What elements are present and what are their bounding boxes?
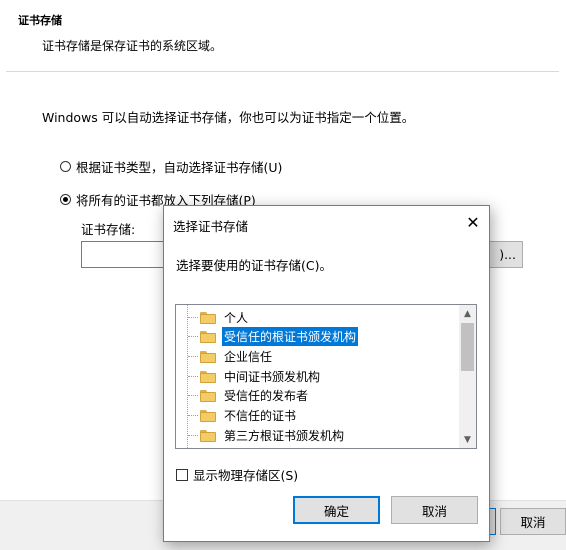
- folder-icon: [200, 330, 216, 343]
- radio-checked-icon[interactable]: [60, 194, 71, 205]
- dialog-title: 选择证书存储: [173, 219, 249, 234]
- folder-icon: [200, 389, 216, 402]
- tree-item-label: 企业信任: [224, 350, 273, 364]
- tree-item-trusted-publishers[interactable]: 受信任的发布者: [176, 386, 310, 405]
- scroll-down-icon[interactable]: ▼: [459, 431, 476, 448]
- tree-item-third-party-root[interactable]: 第三方根证书颁发机构: [176, 426, 346, 445]
- radio-circle-icon[interactable]: [60, 161, 71, 172]
- vertical-scrollbar[interactable]: ▲ ▼: [459, 305, 476, 448]
- scroll-thumb[interactable]: [461, 323, 474, 371]
- tree-item-intermediate[interactable]: 中间证书颁发机构: [176, 367, 322, 386]
- folder-icon: [200, 370, 216, 383]
- select-store-dialog: 选择证书存储 ✕ 选择要使用的证书存储(C)。 个人 受信任的根证书颁发机构 企…: [163, 205, 490, 542]
- tree-item-untrusted[interactable]: 不信任的证书: [176, 406, 298, 425]
- tree-item-label: 第三方根证书颁发机构: [224, 429, 345, 443]
- store-tree[interactable]: 个人 受信任的根证书颁发机构 企业信任 中间证书颁发机构 受信任的发布者 不信任…: [175, 304, 477, 449]
- folder-icon: [200, 409, 216, 422]
- tree-item-trusted-root[interactable]: 受信任的根证书颁发机构: [176, 327, 359, 346]
- dialog-prompt: 选择要使用的证书存储(C)。: [176, 258, 332, 273]
- store-label: 证书存储:: [81, 222, 136, 237]
- wizard-divider: [6, 71, 559, 72]
- folder-icon: [200, 429, 216, 442]
- dialog-cancel-button[interactable]: 取消: [391, 496, 478, 524]
- ok-button[interactable]: 确定: [293, 496, 380, 524]
- wizard-heading: 证书存储: [18, 14, 62, 27]
- tree-item-label: 个人: [224, 311, 249, 325]
- radio-auto-select[interactable]: 根据证书类型，自动选择证书存储(U): [60, 157, 282, 176]
- store-field[interactable]: [81, 241, 171, 268]
- tree-item-label: 中间证书颁发机构: [224, 370, 321, 384]
- tree-item-enterprise-trust[interactable]: 企业信任: [176, 347, 274, 366]
- show-physical-checkbox[interactable]: 显示物理存储区(S): [176, 465, 298, 484]
- wizard-cancel-button[interactable]: 取消: [500, 508, 566, 535]
- tree-item-personal[interactable]: 个人: [176, 308, 250, 327]
- scroll-up-icon[interactable]: ▲: [459, 305, 476, 322]
- folder-icon: [200, 311, 216, 324]
- tree-item-label: 不信任的证书: [224, 409, 297, 423]
- close-icon[interactable]: ✕: [464, 213, 482, 232]
- show-physical-label: 显示物理存储区(S): [193, 468, 299, 483]
- wizard-subheading: 证书存储是保存证书的系统区域。: [42, 39, 223, 53]
- checkbox-icon[interactable]: [176, 468, 188, 481]
- tree-item-label: 受信任的根证书颁发机构: [222, 327, 359, 346]
- wizard-description: Windows 可以自动选择证书存储，你也可以为证书指定一个位置。: [42, 110, 415, 125]
- radio-auto-label: 根据证书类型，自动选择证书存储(U): [76, 160, 283, 175]
- tree-item-label: 受信任的发布者: [224, 389, 309, 403]
- folder-icon: [200, 350, 216, 363]
